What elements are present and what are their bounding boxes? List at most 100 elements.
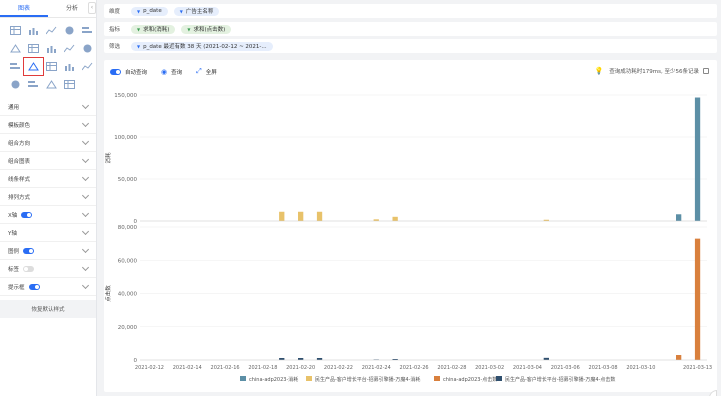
section-label: 组合图表	[8, 158, 31, 165]
measure-pill-clicks[interactable]: ▼ 求和(点击数)	[181, 24, 232, 34]
chevron-down-icon	[81, 245, 90, 254]
filter-pill-date[interactable]: ▼ p_date 最近有数 38 天 (2021-02-12 ~ 2021-...	[131, 41, 273, 51]
radar-icon[interactable]	[45, 79, 58, 90]
pie-chart-icon[interactable]	[63, 43, 76, 54]
combo-bar-chart: 050,000100,000150,000消耗020,00040,00060,0…	[104, 93, 712, 383]
gauge-icon[interactable]	[81, 25, 94, 36]
bar-chart-icon[interactable]	[27, 43, 40, 54]
line-chart-icon[interactable]	[9, 43, 22, 54]
area-chart-icon[interactable]	[63, 61, 76, 72]
legend-label: 民生产品-客户增长平台-招募引擎播-万魔4-消耗	[315, 376, 420, 383]
legend-label: china-adp2023-消耗	[249, 376, 298, 383]
reset-style-button[interactable]: 恢复默认样式	[0, 300, 96, 318]
section-8[interactable]: 图例	[0, 242, 96, 260]
pill-label: p_date	[143, 8, 162, 14]
refresh-icon: ◉	[161, 67, 168, 76]
dimension-pill-advertiser[interactable]: ▼ 广告主名称	[173, 6, 220, 16]
section-0[interactable]: 通用	[0, 98, 96, 116]
section-3[interactable]: 组合图表	[0, 152, 96, 170]
chevron-down-icon	[81, 191, 90, 200]
scatter-icon[interactable]	[81, 61, 94, 72]
collapse-sidebar-button[interactable]: ‹	[88, 2, 96, 14]
ranking-icon[interactable]	[9, 79, 22, 90]
table-icon[interactable]	[9, 25, 22, 36]
legend-swatch	[496, 376, 502, 381]
measure-pill-cost[interactable]: ▼ 求和(消耗)	[131, 24, 176, 34]
sidebar-tabs: 图表 分析 ‹	[0, 0, 96, 18]
y-tick-label: 150,000	[114, 93, 137, 99]
expand-icon: ⤢	[196, 67, 202, 75]
map-icon[interactable]	[9, 61, 22, 72]
section-toggle[interactable]	[23, 247, 35, 254]
chevron-down-icon	[81, 119, 90, 128]
x-tick-label: 2021-03-06	[551, 365, 580, 371]
section-6[interactable]: X轴	[0, 206, 96, 224]
x-tick-label: 2021-03-04	[513, 365, 542, 371]
filter-shelf-label: 筛选	[109, 44, 121, 50]
fullscreen-label: 全屏	[205, 69, 217, 76]
auto-query-toggle[interactable]: 自动查询	[110, 68, 151, 76]
section-10[interactable]: 提示框	[0, 278, 96, 296]
section-toggle[interactable]	[23, 265, 35, 272]
section-5[interactable]: 排列方式	[0, 188, 96, 206]
section-label: X轴	[8, 212, 18, 219]
chevron-down-icon	[81, 137, 90, 146]
section-label: 标签	[8, 266, 20, 273]
bar	[694, 97, 701, 221]
cross-table-icon[interactable]	[45, 25, 58, 36]
pill-label: 求和(点击数)	[193, 27, 226, 33]
auto-query-label: 自动查询	[125, 69, 148, 76]
horizontal-bar-icon[interactable]	[45, 61, 58, 72]
section-toggle[interactable]	[21, 211, 33, 218]
x-tick-label: 2021-02-18	[248, 365, 277, 371]
section-4[interactable]: 线条样式	[0, 170, 96, 188]
x-tick-label: 2021-02-26	[400, 365, 429, 371]
y-tick-label: 0	[134, 358, 138, 364]
legend-label: china-adp2023-点击数	[443, 376, 497, 383]
section-label: 图例	[8, 248, 20, 255]
fullscreen-button[interactable]: ⤢ 全屏	[196, 67, 221, 76]
x-tick-label: 2021-03-02	[475, 365, 504, 371]
bar	[543, 357, 549, 360]
stacked-bar-icon[interactable]	[45, 43, 58, 54]
dropdown-arrow-icon: ▼	[187, 26, 191, 32]
export-icon[interactable]	[703, 68, 709, 74]
chevron-down-icon	[81, 281, 90, 290]
bar	[316, 211, 323, 221]
x-tick-label: 2021-02-22	[324, 365, 353, 371]
pivot-table-icon[interactable]	[27, 25, 40, 36]
multi-bar-chart-icon[interactable]	[23, 57, 44, 76]
bar	[676, 214, 682, 221]
bar	[392, 216, 398, 221]
section-7[interactable]: Y轴	[0, 224, 96, 242]
legend-label: 民生产品-客户增长平台-招募引擎播-万魔4-点击数	[505, 376, 615, 383]
section-toggle[interactable]	[28, 283, 40, 290]
chevron-down-icon	[81, 227, 90, 236]
pill-label: p_date 最近有数 38 天 (2021-02-12 ~ 2021-...	[143, 44, 267, 50]
kpi-card-icon[interactable]	[63, 25, 76, 36]
ring-chart-icon[interactable]	[81, 43, 94, 54]
section-9[interactable]: 标签	[0, 260, 96, 278]
section-2[interactable]: 组合方向	[0, 134, 96, 152]
section-label: 组合方向	[8, 140, 31, 147]
chevron-down-icon	[81, 209, 90, 218]
chart-config-sidebar: 图表 分析 ‹ 通用 模板颜色组合方向组合图表线条样式排列方式 X轴 Y轴图例标签提示…	[0, 0, 97, 396]
section-1[interactable]: 模板颜色	[0, 116, 96, 134]
auto-query-switch[interactable]	[110, 68, 121, 75]
query-button[interactable]: ◉ 查询	[161, 68, 186, 76]
dimension-pill-date[interactable]: ▼ p_date	[131, 6, 168, 16]
chevron-down-icon	[81, 173, 90, 182]
query-info-text: 查询成功耗时179ms, 至少56条记录	[609, 69, 699, 75]
style-sections: 通用 模板颜色组合方向组合图表线条样式排列方式 X轴 Y轴图例标签提示框恢复默认样式	[0, 98, 96, 318]
chart-toolbar: 自动查询 ◉ 查询 ⤢ 全屏	[110, 67, 231, 76]
tab-chart[interactable]: 图表	[0, 0, 48, 17]
sankey-icon[interactable]	[63, 79, 76, 90]
x-tick-label: 2021-03-08	[589, 365, 618, 371]
section-label: Y轴	[8, 230, 17, 237]
lightbulb-icon: 💡	[594, 67, 604, 75]
query-info: 💡 查询成功耗时179ms, 至少56条记录	[595, 67, 709, 75]
x-tick-label: 2021-02-12	[135, 365, 164, 371]
section-label: 排列方式	[8, 194, 31, 201]
legend-swatch	[306, 376, 312, 381]
funnel-icon[interactable]	[27, 79, 40, 90]
